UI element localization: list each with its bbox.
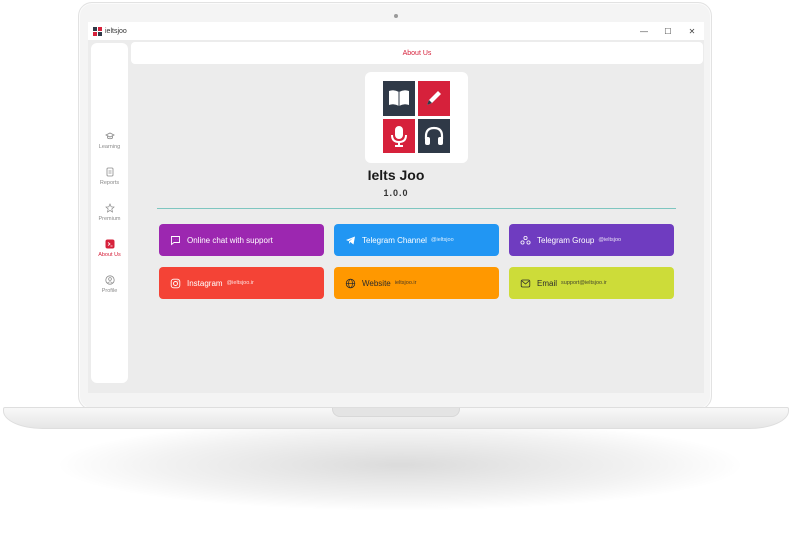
globe-icon [345, 278, 356, 289]
chat-icon [170, 235, 181, 246]
telegram-group-button[interactable]: Telegram Group @ieltsjoo [509, 224, 674, 256]
close-button[interactable]: ✕ [680, 22, 704, 40]
app-logo-icon [93, 26, 102, 36]
website-button[interactable]: Website ieltsjoo.ir [334, 267, 499, 299]
sidebar-item-about-us[interactable]: About Us [91, 239, 128, 258]
sidebar: Learning Reports Premium About Us Profil… [91, 43, 128, 383]
sidebar-item-label: Profile [101, 288, 118, 294]
card-handle: @ieltsjoo [598, 237, 622, 243]
microphone-icon [383, 118, 415, 153]
laptop-camera [394, 14, 398, 18]
app-window: ieltsjoo — ☐ ✕ Learning Reports Premium … [88, 22, 704, 393]
card-label: Instagram [187, 278, 223, 288]
telegram-channel-button[interactable]: Telegram Channel @ieltsjoo [334, 224, 499, 256]
group-icon [520, 235, 531, 246]
email-button[interactable]: Email support@ieltsjoo.ir [509, 267, 674, 299]
app-title: Ielts Joo [367, 167, 425, 183]
sidebar-item-profile[interactable]: Profile [91, 275, 128, 294]
profile-icon [104, 275, 115, 285]
laptop-shadow [60, 420, 740, 510]
laptop-notch [332, 408, 460, 417]
app-logo-card [365, 72, 468, 163]
laptop-mockup: ieltsjoo — ☐ ✕ Learning Reports Premium … [0, 0, 792, 544]
window-controls: — ☐ ✕ [632, 22, 704, 40]
app-name: ieltsjoo [105, 27, 127, 35]
title-bar: ieltsjoo — ☐ ✕ [88, 22, 704, 40]
pen-icon [418, 81, 450, 116]
graduation-cap-icon [104, 131, 115, 141]
minimize-button[interactable]: — [632, 22, 656, 40]
premium-icon [104, 203, 115, 213]
sidebar-item-label: Premium [98, 216, 121, 222]
telegram-icon [345, 235, 356, 246]
card-label: Telegram Group [537, 235, 595, 245]
maximize-button[interactable]: ☐ [656, 22, 680, 40]
app-version: 1.0.0 [383, 188, 409, 198]
support-chat-button[interactable]: Online chat with support [159, 224, 324, 256]
headphones-icon [418, 118, 450, 153]
app-logo [383, 81, 450, 153]
card-handle: ieltsjoo.ir [394, 280, 417, 286]
card-label: Online chat with support [187, 235, 273, 245]
sidebar-item-label: About Us [98, 252, 121, 258]
page-header: About Us [131, 42, 703, 64]
instagram-icon [170, 278, 181, 289]
page-title: About Us [402, 49, 432, 57]
sidebar-item-label: Learning [98, 144, 121, 150]
mail-icon [520, 278, 531, 289]
card-label: Telegram Channel [362, 235, 427, 245]
card-handle: @ieltsjoo [430, 237, 454, 243]
card-handle: support@ieltsjoo.ir [561, 280, 607, 286]
about-icon [105, 239, 115, 249]
card-label: Website [362, 278, 391, 288]
card-label: Email [537, 278, 558, 288]
divider [157, 208, 676, 209]
instagram-button[interactable]: Instagram @ieltsjoo.ir [159, 267, 324, 299]
book-icon [383, 81, 415, 116]
sidebar-item-learning[interactable]: Learning [91, 131, 128, 150]
card-handle: @ieltsjoo.ir [226, 280, 254, 286]
sidebar-item-premium[interactable]: Premium [91, 203, 128, 222]
